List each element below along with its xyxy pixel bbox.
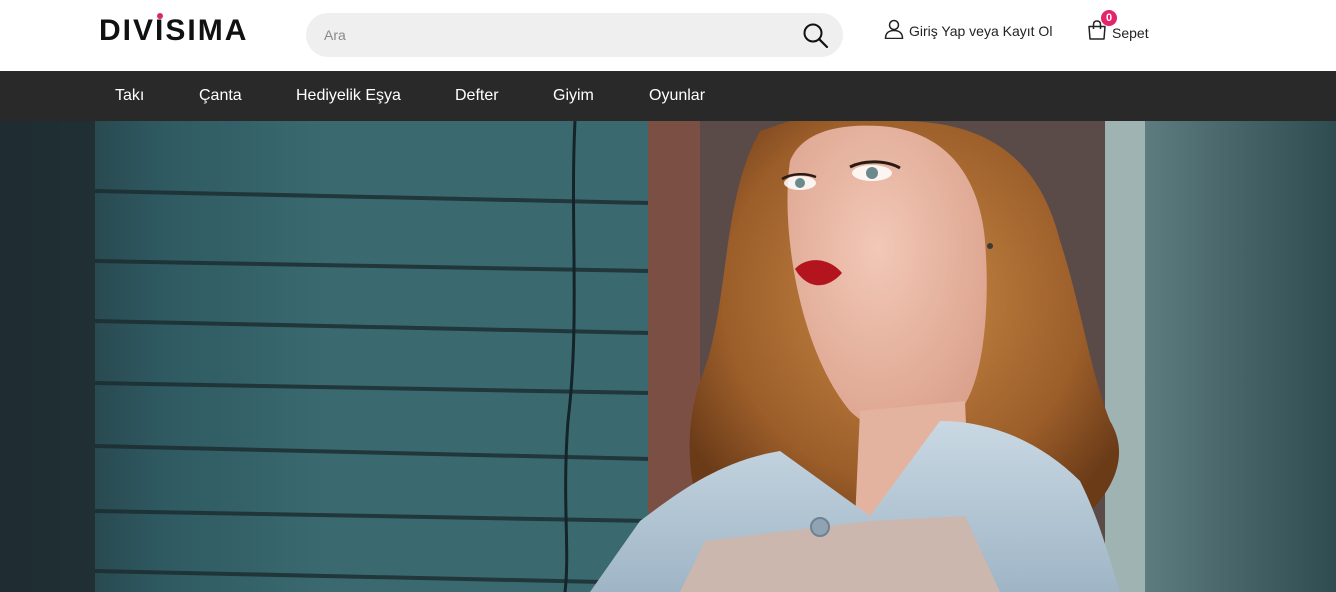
nav-item-taki[interactable]: Takı <box>115 71 144 121</box>
logo-text-tail: SIMA <box>165 14 249 47</box>
cart-count-badge: 0 <box>1101 10 1117 26</box>
main-nav: Takı Çanta Hediyelik Eşya Defter Giyim O… <box>0 71 1336 121</box>
nav-item-hediyelik-esya[interactable]: Hediyelik Eşya <box>296 71 401 121</box>
cart-label: Sepet <box>1112 25 1149 41</box>
nav-item-oyunlar[interactable]: Oyunlar <box>649 71 705 121</box>
logo-text: DIV <box>99 14 156 47</box>
user-icon <box>884 19 904 44</box>
account-label: Giriş Yap veya Kayıt Ol <box>909 23 1053 39</box>
nav-item-defter[interactable]: Defter <box>455 71 499 121</box>
logo-dotted-i: I <box>155 13 166 47</box>
hero-illustration <box>0 121 1336 592</box>
nav-item-giyim[interactable]: Giyim <box>553 71 594 121</box>
search-input[interactable] <box>324 13 794 57</box>
account-link[interactable]: Giriş Yap veya Kayıt Ol <box>884 19 1052 43</box>
hero-banner-image[interactable] <box>0 121 1336 592</box>
search-bar <box>306 13 843 57</box>
site-header: DIVISIMA Giriş Yap veya Kayıt Ol 0 S <box>0 0 1336 71</box>
search-icon[interactable] <box>802 22 829 49</box>
nav-item-canta[interactable]: Çanta <box>199 71 242 121</box>
brand-logo[interactable]: DIVISIMA <box>99 13 248 49</box>
